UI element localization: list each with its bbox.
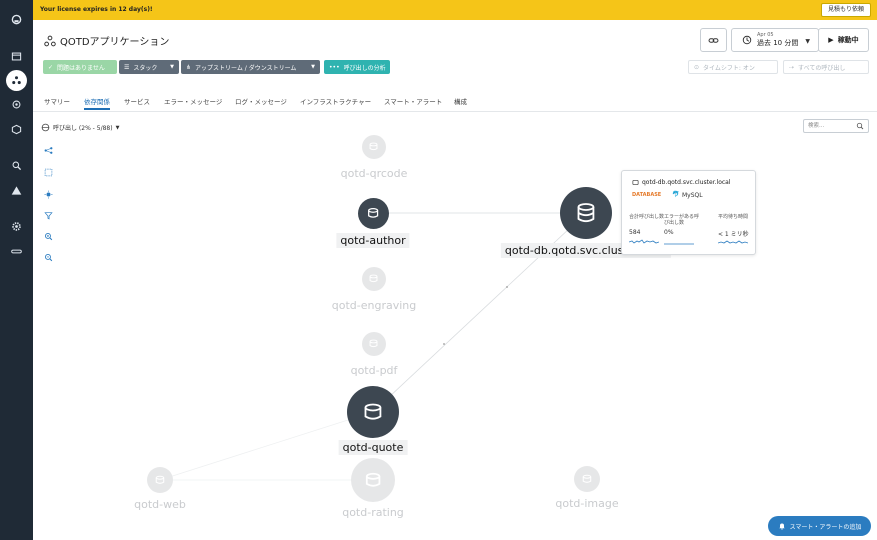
node-qotd-rating[interactable]	[351, 458, 395, 502]
database-icon	[370, 340, 378, 348]
database-icon	[370, 275, 378, 283]
node-qotd-web[interactable]	[147, 467, 173, 493]
metric-header: 平均待ち時間	[718, 214, 749, 220]
bell-icon	[778, 523, 785, 530]
database-icon	[364, 403, 382, 420]
node-qotd-db[interactable]	[560, 187, 612, 239]
metric-value: 0%	[664, 229, 674, 236]
node-label: qotd-pdf	[350, 364, 398, 377]
database-icon	[368, 208, 379, 219]
edge-dot	[443, 343, 445, 345]
node-label: qotd-qrcode	[340, 167, 408, 180]
node-qotd-author[interactable]	[358, 198, 389, 229]
tooltip-type: DATABASE	[632, 192, 662, 198]
tooltip-name: qotd-db.qotd.svc.cluster.local	[642, 179, 731, 186]
database-icon	[155, 475, 165, 484]
node-label: qotd-web	[134, 498, 186, 511]
database-icon	[365, 472, 381, 487]
node-qotd-engraving[interactable]	[362, 267, 386, 291]
node-label: qotd-rating	[342, 506, 404, 519]
node-label: qotd-quote	[338, 440, 408, 455]
node-qotd-quote[interactable]	[347, 386, 399, 438]
node-label: qotd-engraving	[331, 299, 417, 312]
node-qotd-pdf[interactable]	[362, 332, 386, 356]
add-smart-alert-button[interactable]: スマート・アラートの追加	[768, 516, 871, 536]
node-label: qotd-image	[555, 497, 619, 510]
metric-header: エラーがある呼び出し数	[664, 214, 700, 226]
node-qotd-qrcode[interactable]	[362, 135, 386, 159]
mysql-icon: 🐬	[672, 191, 680, 198]
service-icon	[632, 179, 639, 186]
tooltip-tech: MySQL	[682, 192, 703, 199]
database-icon	[582, 474, 592, 483]
smart-alert-label: スマート・アラートの追加	[789, 523, 862, 531]
database-icon	[370, 143, 378, 151]
edge-dot	[506, 286, 508, 288]
sparkline	[629, 239, 659, 244]
database-icon	[577, 203, 595, 223]
metric-value: < 1 ミリ秒	[718, 231, 749, 238]
metric-value: 584	[629, 229, 641, 236]
node-tooltip: qotd-db.qotd.svc.cluster.local DATABASE …	[621, 170, 756, 255]
node-label: qotd-author	[336, 233, 410, 248]
sparkline	[718, 240, 748, 244]
sparkline	[664, 243, 694, 245]
metric-header: 合計呼び出し数	[629, 214, 665, 220]
graph-edges	[159, 212, 587, 481]
node-qotd-image[interactable]	[574, 466, 600, 492]
